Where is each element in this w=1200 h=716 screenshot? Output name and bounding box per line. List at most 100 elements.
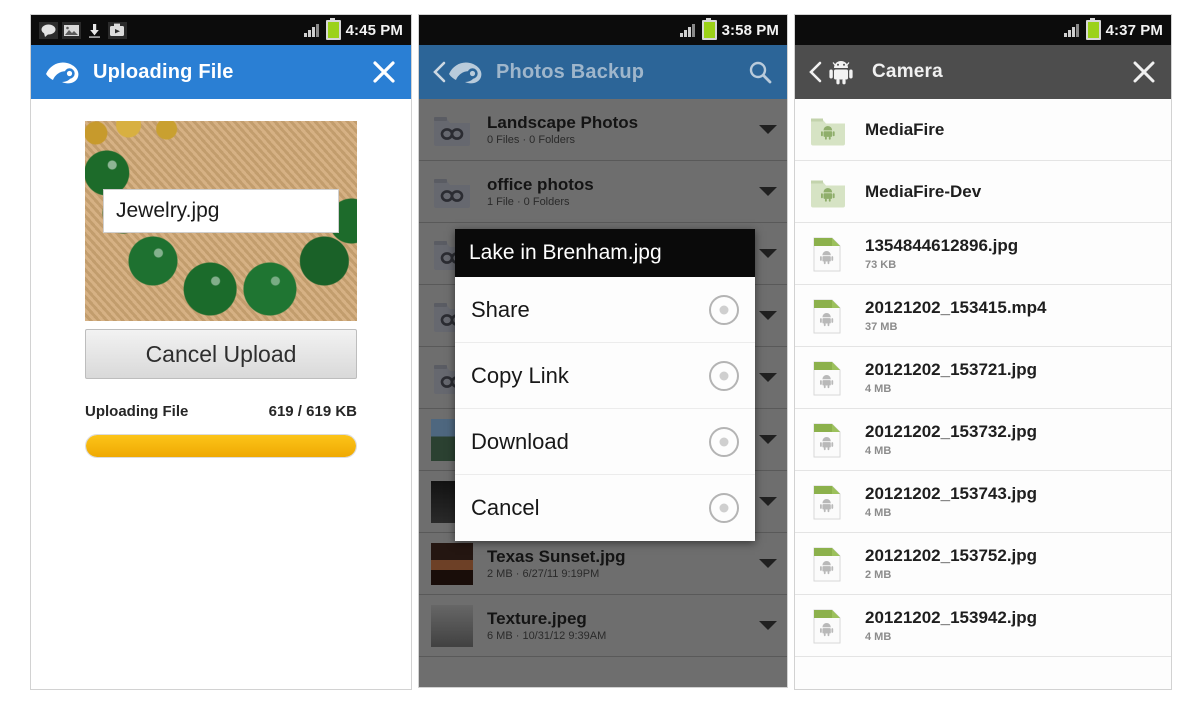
status-notification-icons [39, 21, 304, 39]
folder-icon [431, 171, 473, 213]
close-icon[interactable] [371, 59, 397, 85]
back-chevron-icon[interactable] [433, 61, 446, 83]
list-item-meta: 20121202_153743.jpg 4 MB [865, 484, 1037, 519]
status-bar: 3:58 PM [419, 15, 787, 45]
app-bar-title: Camera [872, 61, 943, 82]
dialog-option-copy-link[interactable]: Copy Link [455, 343, 755, 409]
dialog-option-share[interactable]: Share [455, 277, 755, 343]
radio-icon[interactable] [709, 360, 739, 391]
status-clock: 3:58 PM [721, 21, 779, 39]
status-right: 4:45 PM [303, 18, 403, 40]
status-bar: 4:45 PM [31, 15, 411, 45]
status-bar: 4:37 PM [795, 15, 1171, 45]
list-item[interactable]: 20121202_153721.jpg 4 MB [795, 347, 1171, 409]
folder-icon [807, 109, 849, 151]
list-item[interactable]: 20121202_153942.jpg 4 MB [795, 595, 1171, 657]
file-icon [807, 419, 849, 461]
list-item-size: 73 KB [865, 258, 897, 271]
dialog-title: Lake in Brenham.jpg [455, 229, 755, 277]
list-item-name: 20121202_153752.jpg [865, 546, 1038, 566]
folder-icon [431, 109, 473, 151]
progress-size-value: 619 / 619 KB [268, 403, 357, 420]
list-item[interactable]: office photos 1 File · 0 Folders [419, 161, 787, 223]
app-bar: Photos Backup [419, 45, 787, 99]
upload-body: Jewelry.jpg Cancel Upload Uploading File… [31, 99, 411, 689]
list-item-meta: Texas Sunset.jpg 2 MB · 6/27/11 9:19PM [487, 547, 751, 581]
radio-icon[interactable] [709, 426, 739, 457]
mediafire-logo-icon [45, 58, 81, 86]
list-item-meta: 20121202_153415.mp4 37 MB [865, 298, 1047, 333]
dialog-options[interactable]: Share Copy Link Download Cancel [455, 277, 755, 541]
dialog-option-label: Share [471, 296, 530, 322]
filename-input[interactable]: Jewelry.jpg [103, 189, 339, 233]
signal-icon [1063, 23, 1081, 37]
list-item-meta: Landscape Photos 0 Files · 0 Folders [487, 113, 751, 147]
search-icon[interactable] [747, 59, 773, 85]
list-item[interactable]: 20121202_153752.jpg 2 MB [795, 533, 1171, 595]
close-icon[interactable] [1131, 59, 1157, 85]
progress-info: Uploading File 619 / 619 KB [85, 403, 357, 420]
app-bar-title: Uploading File [93, 60, 234, 83]
list-item[interactable]: 1354844612896.jpg 73 KB [795, 223, 1171, 285]
list-item-name: MediaFire [865, 119, 945, 139]
list-item[interactable]: 20121202_153415.mp4 37 MB [795, 285, 1171, 347]
list-item-name: 1354844612896.jpg [865, 236, 1019, 256]
list-item-name: 20121202_153942.jpg [865, 608, 1038, 628]
chevron-down-icon[interactable] [759, 621, 777, 630]
battery-icon [1085, 18, 1101, 40]
chevron-down-icon[interactable] [759, 249, 777, 258]
progress-status-label: Uploading File [85, 403, 189, 420]
status-clock: 4:37 PM [1105, 21, 1163, 39]
back-chevron-icon[interactable] [809, 61, 822, 83]
phone-panel-camera: 4:37 PM Camera MediaFire MediaFire-Dev 1… [794, 14, 1172, 690]
file-icon [807, 543, 849, 585]
list-item-name: 20121202_153415.mp4 [865, 298, 1047, 318]
chevron-down-icon[interactable] [759, 187, 777, 196]
list-item[interactable]: MediaFire-Dev [795, 161, 1171, 223]
list-item-subtitle: 1 File · 0 Folders [487, 196, 570, 209]
chevron-down-icon[interactable] [759, 311, 777, 320]
chevron-down-icon[interactable] [759, 497, 777, 506]
chevron-down-icon[interactable] [759, 559, 777, 568]
camera-file-list[interactable]: MediaFire MediaFire-Dev 1354844612896.jpg 7… [795, 99, 1171, 689]
phone-panel-upload: 4:45 PM Uploading File Jewelry.jpg Cance [30, 14, 412, 690]
chevron-down-icon[interactable] [759, 125, 777, 134]
list-item[interactable]: Landscape Photos 0 Files · 0 Folders [419, 99, 787, 161]
list-item[interactable]: MediaFire [795, 99, 1171, 161]
dialog-option-download[interactable]: Download [455, 409, 755, 475]
list-item-size: 4 MB [865, 382, 892, 395]
file-icon [807, 233, 849, 275]
dialog-option-label: Cancel [471, 495, 540, 520]
list-item-size: 4 MB [865, 506, 892, 519]
file-icon [807, 481, 849, 523]
upload-progress-bar [85, 434, 357, 458]
radio-icon[interactable] [709, 294, 739, 325]
app-bar: Uploading File [31, 45, 411, 99]
list-item-size: 37 MB [865, 320, 898, 333]
list-item[interactable]: Texture.jpeg 6 MB · 10/31/12 9:39AM [419, 595, 787, 657]
signal-icon [679, 23, 697, 37]
list-item[interactable]: 20121202_153743.jpg 4 MB [795, 471, 1171, 533]
cancel-upload-button[interactable]: Cancel Upload [85, 329, 357, 379]
list-item[interactable]: Texas Sunset.jpg 2 MB · 6/27/11 9:19PM [419, 533, 787, 595]
file-icon [807, 295, 849, 337]
list-item[interactable]: 20121202_153732.jpg 4 MB [795, 409, 1171, 471]
app-bar: Camera [795, 45, 1171, 99]
list-item-name: Texas Sunset.jpg [487, 546, 626, 566]
dialog-option-cancel[interactable]: Cancel [455, 475, 755, 541]
list-item-name: office photos [487, 174, 594, 194]
android-robot-icon [824, 58, 860, 86]
phone-panel-photos-backup: 3:58 PM Photos Backup Landscape Photos 0 … [418, 14, 788, 688]
list-item-meta: office photos 1 File · 0 Folders [487, 175, 751, 209]
chevron-down-icon[interactable] [759, 373, 777, 382]
radio-icon[interactable] [709, 493, 739, 523]
chevron-down-icon[interactable] [759, 435, 777, 444]
list-item-name: Landscape Photos [487, 112, 639, 132]
list-item-size: 4 MB [865, 630, 892, 643]
list-item-subtitle: 6 MB · 10/31/12 9:39AM [487, 630, 607, 643]
photo-thumbnail [431, 604, 473, 647]
app-bar-title: Photos Backup [496, 60, 645, 83]
status-clock: 4:45 PM [345, 21, 403, 39]
status-right: 4:37 PM [1063, 18, 1163, 40]
list-item-subtitle: 0 Files · 0 Folders [487, 134, 576, 147]
